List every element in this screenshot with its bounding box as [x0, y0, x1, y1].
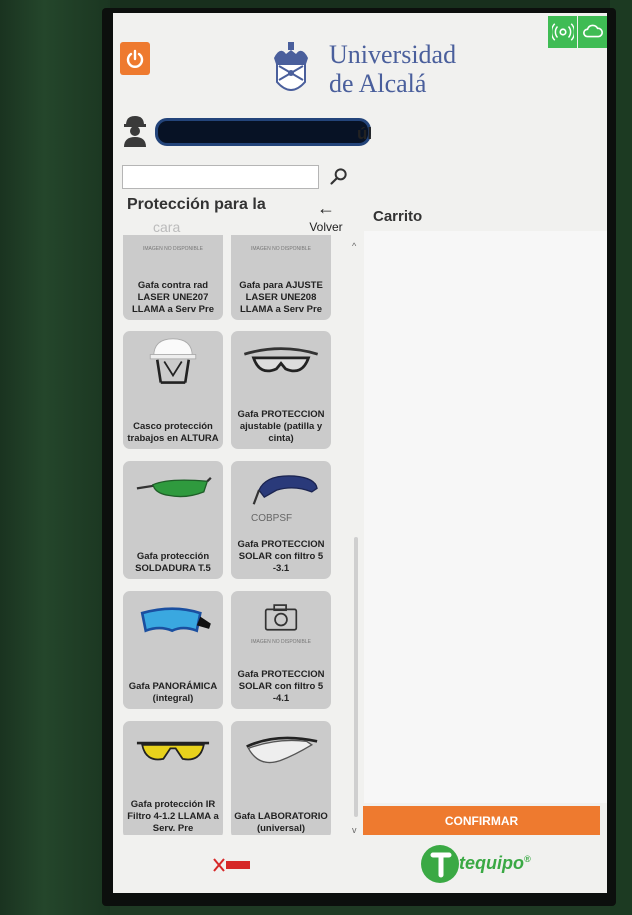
product-tile[interactable]: Gafa protección IR Filtro 4-1.2 LLAMA a … [123, 721, 223, 835]
scroll-thumb[interactable] [354, 537, 358, 817]
confirm-button[interactable]: CONFIRMAR [363, 806, 600, 835]
product-label: Gafa protección SOLDADURA T.5 [135, 551, 211, 574]
product-label: Gafa protección IR Filtro 4-1.2 LLAMA a … [127, 799, 219, 834]
university-crest-logo [266, 40, 316, 98]
cart-title: Carrito [373, 208, 423, 225]
university-name-line1: Universidad [329, 40, 457, 69]
tequipo-name: tequipo [459, 853, 524, 873]
no-image-caption: IMAGEN NO DISPONIBLE [250, 246, 311, 252]
search-input[interactable] [122, 165, 319, 189]
kiosk-screen: Universidad de Alcalá úl Protección para… [113, 13, 607, 893]
panoramic-goggles-image [123, 591, 223, 651]
no-image-icon: IMAGEN NO DISPONIBLE [231, 235, 331, 262]
scroll-up-icon[interactable]: ^ [352, 241, 356, 251]
cloud-icon [578, 16, 607, 48]
cart-panel [364, 231, 607, 803]
no-image-caption: IMAGEN NO DISPONIBLE [142, 246, 203, 252]
camera-icon [264, 604, 298, 631]
goggles-strap-image [231, 331, 331, 391]
product-label: Gafa para AJUSTE LASER UNE208 LLAMA a Se… [239, 280, 323, 315]
product-tile[interactable]: Gafa protección SOLDADURA T.5 [123, 461, 223, 579]
no-image-icon: IMAGEN NO DISPONIBLE [231, 591, 331, 651]
registered-mark: ® [524, 854, 531, 864]
helmet-image [123, 331, 223, 391]
product-tile[interactable]: Gafa PANORÁMICA (integral) [123, 591, 223, 709]
product-tile[interactable]: Casco protección trabajos en ALTURA [123, 331, 223, 449]
status-icons [547, 16, 607, 48]
product-label: Casco protección trabajos en ALTURA [127, 421, 219, 444]
product-grid: IMAGEN NO DISPONIBLE Gafa contra rad LAS… [119, 235, 359, 835]
search-icon [330, 168, 347, 185]
product-label: Gafa PROTECCION SOLAR con filtro 5 -4.1 [237, 669, 325, 704]
scroll-down-icon[interactable]: v [352, 825, 357, 835]
category-title-line2: cara [153, 219, 181, 235]
lab-glasses-image [231, 721, 331, 781]
product-tile[interactable]: IMAGEN NO DISPONIBLE Gafa PROTECCION SOL… [231, 591, 331, 709]
power-icon [126, 49, 144, 68]
search-button[interactable] [327, 163, 351, 189]
device-frame-left [0, 0, 110, 915]
signal-icon [548, 16, 577, 48]
arrow-left-icon: ← [317, 198, 335, 218]
back-button[interactable]: ← Volver [305, 199, 347, 239]
product-label: Gafa LABORATORIO (universal) [234, 811, 328, 834]
welding-glasses-image [123, 461, 223, 521]
product-tile[interactable]: COBPSF Gafa PROTECCION SOLAR con filtro … [231, 461, 331, 579]
tequipo-logo: tequipo® [421, 845, 539, 885]
product-tile[interactable]: IMAGEN NO DISPONIBLE Gafa para AJUSTE LA… [231, 235, 331, 320]
product-tile[interactable]: IMAGEN NO DISPONIBLE Gafa contra rad LAS… [123, 235, 223, 320]
product-tile[interactable]: Gafa PROTECCION ajustable (patilla y cin… [231, 331, 331, 449]
user-name-redacted [155, 118, 371, 146]
back-label: Volver [309, 220, 343, 234]
product-label: Gafa PANORÁMICA (integral) [128, 681, 218, 704]
product-tile[interactable]: Gafa LABORATORIO (universal) [231, 721, 331, 835]
worker-helmet-icon [124, 116, 146, 147]
category-title: Protección para la [127, 196, 266, 213]
tequipo-mark-icon [421, 845, 459, 883]
product-scrollbar[interactable]: ^ v [351, 237, 359, 835]
power-button[interactable] [120, 42, 150, 75]
university-name-line2: de Alcalá [329, 69, 427, 98]
product-label: Gafa PROTECCION SOLAR con filtro 5 -3.1 [237, 539, 325, 574]
image-caption: COBPSF [251, 513, 293, 524]
product-label: Gafa contra rad LASER UNE207 LLAMA a Ser… [131, 280, 214, 315]
no-image-caption: IMAGEN NO DISPONIBLE [250, 639, 311, 645]
ir-glasses-image [123, 721, 223, 781]
partner-logo [212, 855, 252, 875]
product-label: Gafa PROTECCION ajustable (patilla y cin… [237, 409, 325, 444]
no-image-icon: IMAGEN NO DISPONIBLE [123, 235, 223, 262]
sun-glasses-image [231, 461, 331, 521]
university-name: Universidad de Alcalá [329, 40, 456, 98]
tequipo-wordmark: tequipo® [459, 853, 531, 874]
user-name: úl [357, 124, 373, 143]
